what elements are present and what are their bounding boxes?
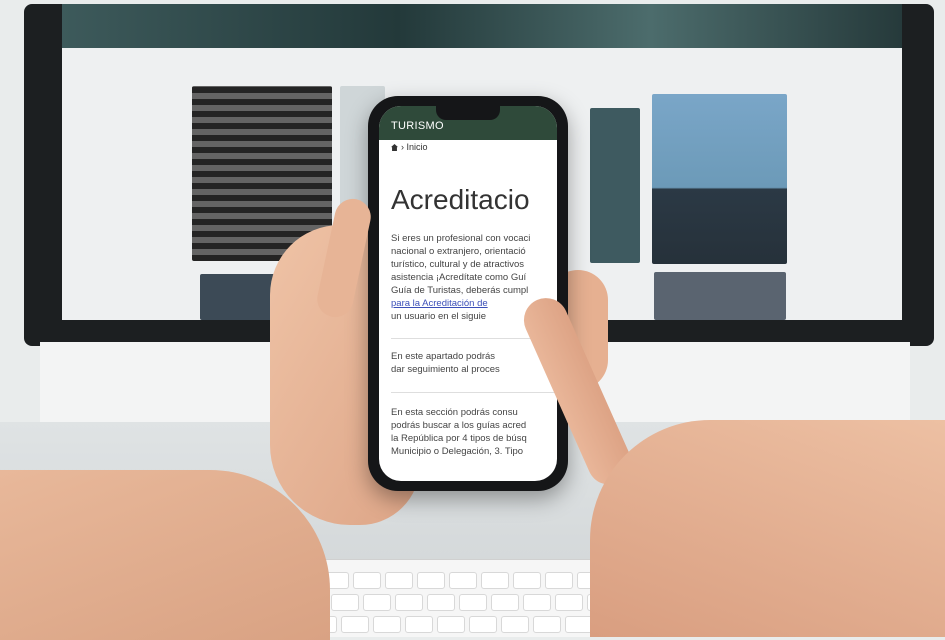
gallery-image xyxy=(654,272,786,320)
key xyxy=(555,594,583,611)
key xyxy=(459,594,487,611)
key xyxy=(513,572,541,589)
text-line: Municipio o Delegación, 3. Tipo xyxy=(391,446,524,457)
page-title: Acreditacio xyxy=(391,184,530,215)
text-line: nacional o extranjero, orientació xyxy=(391,246,526,257)
text-line: En esta sección podrás consu xyxy=(391,407,518,418)
text-line: dar seguimiento al proces xyxy=(391,364,500,375)
key xyxy=(417,572,445,589)
smartphone: TURISMO › Inicio Acreditacio Si eres un … xyxy=(368,96,568,491)
photo-scene: TURISMO › Inicio Acreditacio Si eres un … xyxy=(0,0,945,640)
key xyxy=(331,594,359,611)
right-hand xyxy=(590,420,945,637)
text-line: la República por 4 tipos de búsq xyxy=(391,433,527,444)
breadcrumb-label[interactable]: › Inicio xyxy=(401,142,428,152)
monitor-hero-banner xyxy=(62,4,902,48)
key xyxy=(405,616,433,633)
key xyxy=(469,616,497,633)
text-line: Si eres un profesional con vocaci xyxy=(391,233,531,244)
search-paragraph: En esta sección podrás consu podrás busc… xyxy=(391,406,557,458)
gallery-image xyxy=(590,108,640,263)
key xyxy=(481,572,509,589)
home-icon[interactable] xyxy=(391,144,398,151)
phone-notch xyxy=(436,106,500,120)
gallery-image xyxy=(652,94,787,264)
key xyxy=(449,572,477,589)
divider xyxy=(391,392,557,393)
text-line: Guía de Turistas, deberás cumpl xyxy=(391,285,529,296)
key xyxy=(523,594,551,611)
key xyxy=(565,616,593,633)
key xyxy=(363,594,391,611)
key xyxy=(427,594,455,611)
left-arm xyxy=(0,470,330,640)
text-line: En este apartado podrás xyxy=(391,351,496,362)
text-line: turístico, cultural y de atractivos xyxy=(391,259,525,270)
key xyxy=(491,594,519,611)
breadcrumb[interactable]: › Inicio xyxy=(391,142,428,152)
text-line: podrás buscar a los guías acred xyxy=(391,420,527,431)
text-line: asistencia ¡Acredítate como Guí xyxy=(391,272,527,283)
key xyxy=(437,616,465,633)
key xyxy=(341,616,369,633)
key xyxy=(373,616,401,633)
phone-screen: TURISMO › Inicio Acreditacio Si eres un … xyxy=(379,106,557,481)
key xyxy=(533,616,561,633)
key xyxy=(501,616,529,633)
key xyxy=(385,572,413,589)
key xyxy=(545,572,573,589)
app-title: TURISMO xyxy=(391,120,444,132)
key xyxy=(353,572,381,589)
key xyxy=(395,594,423,611)
tracking-paragraph: En este apartado podrás dar seguimiento … xyxy=(391,350,557,376)
